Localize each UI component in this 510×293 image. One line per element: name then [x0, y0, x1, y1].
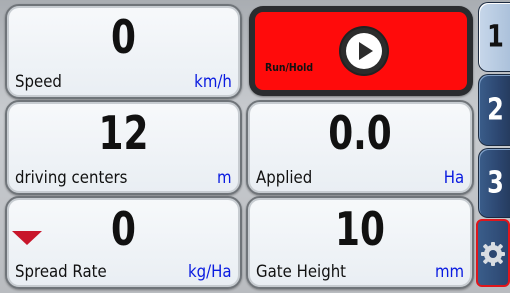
applied-unit: Ha	[443, 168, 464, 188]
speed-label: Speed	[15, 72, 62, 92]
dashboard-screen: 0 Speed km/h Run/Hold 12 driving centers…	[0, 0, 510, 293]
run-hold-label: Run/Hold	[265, 61, 314, 74]
speed-value: 0	[111, 10, 136, 64]
run-hold-button[interactable]: Run/Hold	[249, 6, 473, 96]
gate-height-value: 10	[335, 202, 385, 256]
speed-tile[interactable]: 0 Speed km/h	[5, 4, 242, 99]
run-hold-surface: Run/Hold	[255, 12, 467, 90]
applied-label: Applied	[256, 168, 313, 188]
triangle-down-icon	[12, 231, 42, 245]
driving-centers-tile[interactable]: 12 driving centers m	[5, 100, 242, 195]
applied-tile[interactable]: 0.0 Applied Ha	[246, 100, 474, 195]
driving-centers-value: 12	[98, 106, 149, 160]
driving-centers-label: driving centers	[15, 168, 128, 188]
play-icon	[341, 28, 387, 74]
page-tab-2[interactable]: 2	[478, 74, 510, 146]
page-tab-1[interactable]: 1	[478, 2, 510, 72]
spread-rate-value: 0	[111, 202, 136, 256]
page-tab-3[interactable]: 3	[478, 148, 510, 218]
spread-rate-label: Spread Rate	[15, 262, 107, 282]
applied-value: 0.0	[328, 106, 392, 160]
settings-button[interactable]	[476, 219, 510, 287]
spread-rate-unit: kg/Ha	[188, 262, 232, 282]
driving-centers-unit: m	[217, 168, 232, 188]
page-tab-1-label: 1	[487, 19, 504, 55]
play-icon-triangle	[359, 42, 373, 60]
page-tab-3-label: 3	[487, 165, 504, 201]
gate-height-unit: mm	[434, 262, 464, 282]
page-tab-2-label: 2	[487, 92, 504, 128]
gate-height-label: Gate Height	[256, 262, 347, 282]
gate-height-tile[interactable]: 10 Gate Height mm	[246, 196, 474, 289]
gear-icon	[481, 242, 505, 266]
speed-unit: km/h	[194, 72, 232, 92]
